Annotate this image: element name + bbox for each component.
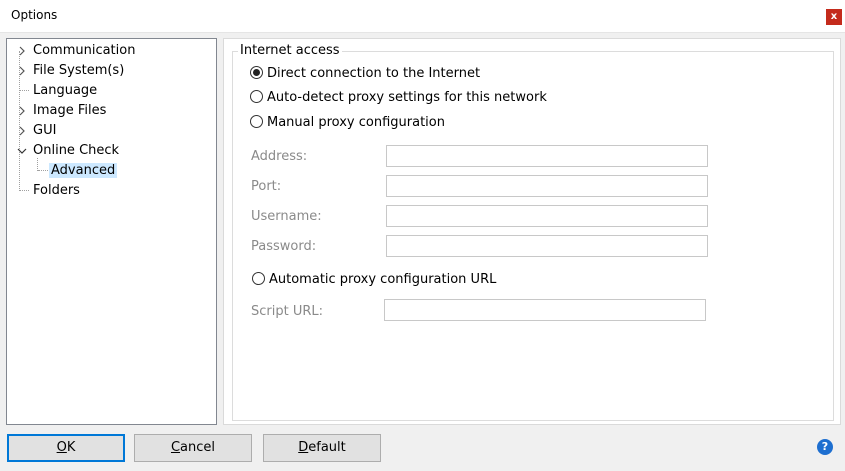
- window-title: Options: [11, 8, 58, 22]
- default-button[interactable]: Default: [263, 434, 381, 462]
- radio-label: Manual proxy configuration: [267, 115, 445, 130]
- chevron-right-icon[interactable]: [16, 41, 28, 61]
- settings-panel: Internet access Direct connection to the…: [223, 38, 841, 425]
- tree-connector: [20, 190, 29, 191]
- tree-item-advanced[interactable]: Advanced: [49, 161, 118, 181]
- accelerator-key: C: [170, 440, 181, 455]
- tree-item-online-check[interactable]: Online Check: [17, 141, 121, 161]
- tree-connector: [20, 90, 29, 91]
- button-label: K: [66, 440, 76, 455]
- password-field[interactable]: [386, 235, 708, 257]
- script-url-field[interactable]: [384, 299, 706, 321]
- radio-label: Direct connection to the Internet: [267, 66, 481, 81]
- chevron-right-icon[interactable]: [16, 121, 28, 141]
- help-icon[interactable]: ?: [817, 439, 833, 455]
- tree-item-gui[interactable]: GUI: [19, 121, 58, 141]
- tree-item-label: File System(s): [33, 63, 125, 78]
- radio-label: Auto-detect proxy settings for this netw…: [267, 90, 547, 105]
- button-label: efault: [308, 440, 346, 455]
- button-label: ancel: [180, 440, 216, 455]
- radio-direct-connection[interactable]: Direct connection to the Internet: [250, 64, 480, 84]
- radio-button-icon[interactable]: [250, 66, 263, 79]
- tree-item-language[interactable]: Language: [31, 81, 99, 101]
- tree-item-label: Advanced: [49, 163, 118, 178]
- username-label: Username:: [251, 209, 322, 224]
- port-label: Port:: [251, 179, 282, 194]
- accelerator-key: D: [298, 440, 309, 455]
- cancel-button[interactable]: Cancel: [134, 434, 252, 462]
- tree-item-label: Folders: [33, 183, 80, 198]
- port-field[interactable]: [386, 175, 708, 197]
- address-field[interactable]: [386, 145, 708, 167]
- password-label: Password:: [251, 239, 317, 254]
- tree-item-label: Online Check: [33, 143, 120, 158]
- tree-item-label: Image Files: [33, 103, 107, 118]
- address-label: Address:: [251, 149, 308, 164]
- script-url-label: Script URL:: [251, 304, 324, 319]
- ok-button[interactable]: OK: [7, 434, 125, 462]
- radio-auto-detect-proxy[interactable]: Auto-detect proxy settings for this netw…: [250, 88, 547, 108]
- tree-connector: [38, 170, 48, 171]
- radio-label: Automatic proxy configuration URL: [269, 272, 497, 287]
- chevron-right-icon[interactable]: [16, 61, 28, 81]
- tree-item-communication[interactable]: Communication: [19, 41, 137, 61]
- options-tree[interactable]: Communication File System(s) Language Im…: [6, 38, 217, 425]
- username-field[interactable]: [386, 205, 708, 227]
- radio-button-icon[interactable]: [252, 272, 265, 285]
- chevron-down-icon[interactable]: [16, 141, 28, 161]
- radio-button-icon[interactable]: [250, 90, 263, 103]
- chevron-right-icon[interactable]: [16, 101, 28, 121]
- group-title: Internet access: [238, 43, 342, 58]
- radio-manual-proxy[interactable]: Manual proxy configuration: [250, 113, 445, 133]
- tree-item-folders[interactable]: Folders: [31, 181, 82, 201]
- radio-button-icon[interactable]: [250, 115, 263, 128]
- radio-auto-proxy-url[interactable]: Automatic proxy configuration URL: [252, 270, 496, 290]
- accelerator-key: O: [56, 440, 67, 455]
- title-bar: Options x: [0, 0, 845, 33]
- tree-item-label: Language: [33, 83, 98, 98]
- tree-item-file-systems[interactable]: File System(s): [19, 61, 126, 81]
- tree-item-label: Communication: [33, 43, 136, 58]
- close-button[interactable]: x: [826, 9, 842, 25]
- tree-item-label: GUI: [33, 123, 57, 138]
- tree-item-image-files[interactable]: Image Files: [19, 101, 108, 121]
